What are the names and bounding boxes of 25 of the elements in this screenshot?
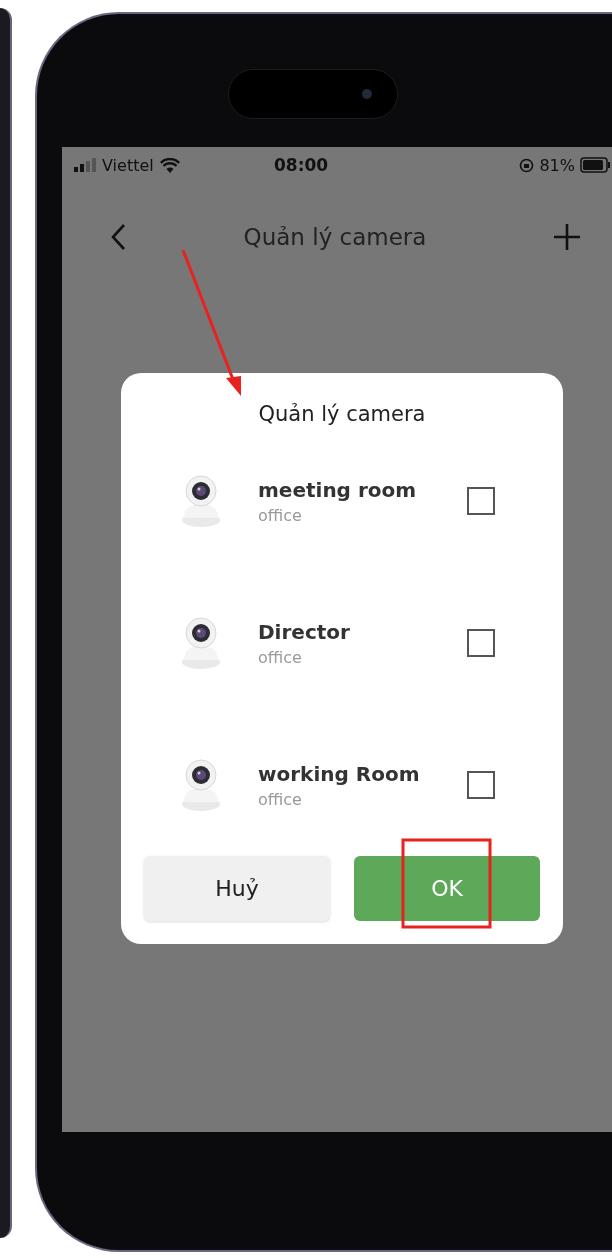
battery-icon: [580, 157, 610, 173]
camera-name: working Room: [258, 761, 421, 786]
rotation-lock-icon: [519, 157, 535, 173]
wifi-icon: [159, 157, 180, 173]
signal-icon: [74, 158, 96, 172]
battery-percent: 81%: [539, 155, 575, 175]
header-title: Quản lý camera: [242, 224, 428, 250]
camera-location: office: [258, 647, 303, 667]
carrier-name: Viettel: [102, 155, 154, 175]
checkbox[interactable]: [467, 487, 495, 515]
camera-location: office: [258, 789, 303, 809]
dialog-title: Quản lý camera: [257, 401, 427, 428]
camera-lens-icon: [362, 89, 372, 99]
status-time: 08:00: [274, 155, 330, 175]
add-icon[interactable]: [554, 224, 580, 250]
camera-icon: [180, 616, 222, 670]
camera-name: meeting room: [258, 477, 418, 502]
cancel-button[interactable]: Huỷ: [144, 856, 330, 921]
camera-location: office: [258, 505, 303, 525]
camera-name: Director: [258, 619, 351, 644]
camera-icon: [180, 758, 222, 812]
checkbox[interactable]: [467, 771, 495, 799]
checkbox[interactable]: [467, 629, 495, 657]
back-icon[interactable]: [110, 223, 126, 251]
camera-icon: [180, 474, 222, 528]
